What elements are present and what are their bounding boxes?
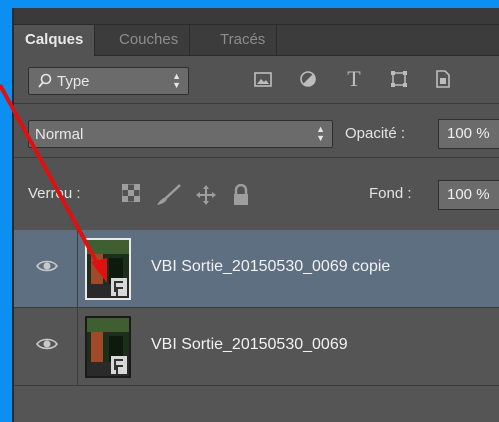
layer-row[interactable]: VBI Sortie_20150530_0069 [14, 308, 499, 386]
eye-icon[interactable] [36, 336, 58, 352]
visibility-column [14, 308, 78, 385]
eye-icon[interactable] [36, 258, 58, 274]
layers-panel: Calques Couches Tracés Type ▲▼ T Normal [12, 8, 499, 422]
opacity-input[interactable]: 100 % [438, 119, 499, 149]
fill-input[interactable]: 100 % [438, 180, 499, 210]
type-filter-icon[interactable]: T [341, 66, 367, 92]
lock-row: Verrou : Fond : 100 % [14, 158, 499, 228]
image-filter-icon[interactable] [250, 66, 276, 92]
tab-channels[interactable]: Couches [108, 25, 191, 55]
blend-mode-select[interactable]: Normal ▲ ▼ [28, 120, 333, 148]
lock-transparent-icon[interactable] [121, 183, 141, 208]
blend-row: Normal ▲ ▼ Opacité : 100 % [14, 104, 499, 156]
layer-name[interactable]: VBI Sortie_20150530_0069 [151, 336, 348, 354]
blend-mode-value: Normal [35, 126, 84, 143]
lock-all-icon[interactable] [232, 183, 250, 212]
layer-name[interactable]: VBI Sortie_20150530_0069 copie [151, 258, 390, 276]
lock-pixels-icon[interactable] [156, 184, 182, 212]
filter-row: Type ▲ ▼ T [14, 56, 499, 103]
visibility-column [14, 230, 78, 307]
layers-list: VBI Sortie_20150530_0069 copie VBI Sorti… [14, 230, 499, 422]
tab-paths[interactable]: Tracés [209, 25, 278, 55]
select-arrows-icon: ▲ ▼ [172, 71, 181, 90]
select-arrows-icon: ▲ ▼ [316, 124, 325, 143]
layer-thumbnail[interactable] [85, 316, 131, 378]
shape-filter-icon[interactable] [386, 66, 412, 92]
filter-type-select[interactable]: Type ▲ ▼ [28, 67, 189, 95]
tab-layers[interactable]: Calques [14, 25, 96, 56]
adjustment-filter-icon[interactable] [295, 66, 321, 92]
panel-top-strip [14, 8, 499, 25]
panel-tabs: Calques Couches Tracés [14, 25, 499, 56]
lock-label: Verrou : [28, 185, 81, 202]
opacity-label: Opacité : [345, 125, 406, 142]
layer-row[interactable]: VBI Sortie_20150530_0069 copie [14, 230, 499, 308]
fill-label: Fond : [369, 185, 412, 202]
search-icon [38, 73, 52, 89]
lock-position-icon[interactable] [195, 184, 217, 212]
filter-type-label: Type [57, 73, 90, 90]
smart-object-filter-icon[interactable] [430, 66, 456, 92]
layer-thumbnail[interactable] [85, 238, 131, 300]
